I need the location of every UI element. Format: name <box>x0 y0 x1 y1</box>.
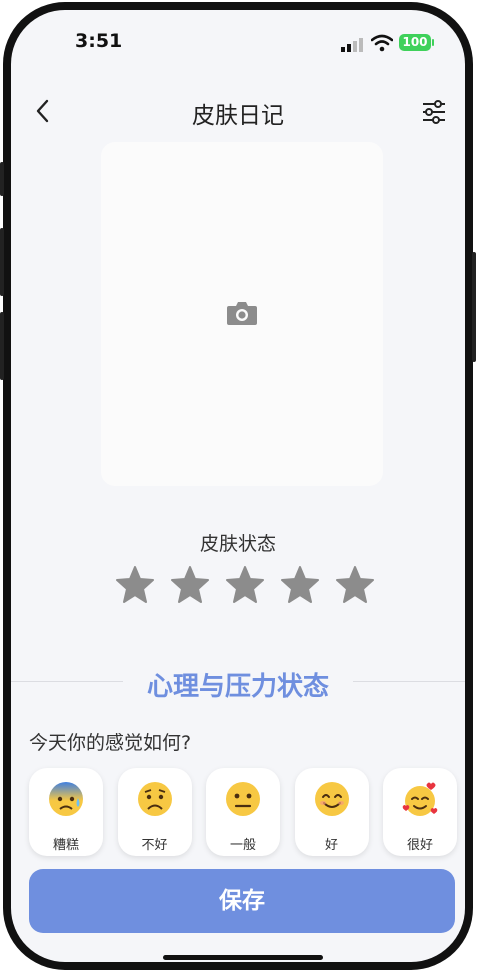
volume-down-button <box>0 312 4 380</box>
mood-label: 一般 <box>229 838 256 853</box>
sliders-icon[interactable] <box>421 100 447 124</box>
cellular-signal-icon <box>341 38 363 52</box>
anxious-face-icon <box>49 782 83 816</box>
star-icon[interactable] <box>170 566 210 604</box>
wifi-icon <box>371 34 393 52</box>
mood-label: 糟糕 <box>52 838 79 853</box>
volume-up-button <box>0 228 4 296</box>
smiling-face-with-hearts-icon <box>402 782 438 816</box>
mood-question: 今天你的感觉如何? <box>29 732 192 754</box>
nav-bar: 皮肤日记 <box>11 92 465 132</box>
mood-option-good[interactable]: 好 <box>294 768 369 856</box>
mood-label: 很好 <box>406 838 433 853</box>
worried-face-icon <box>137 782 172 816</box>
mood-option-terrible[interactable]: 糟糕 <box>29 768 103 856</box>
mood-option-bad[interactable]: 不好 <box>117 768 192 856</box>
home-indicator <box>163 955 323 960</box>
star-icon[interactable] <box>225 566 265 604</box>
battery-indicator: 100 <box>399 34 434 51</box>
neutral-face-icon <box>226 782 260 816</box>
star-icon[interactable] <box>115 566 155 604</box>
mood-label: 不好 <box>141 838 168 853</box>
phone-frame: 3:51 100 皮肤日记 皮肤状态 心理与压力状态 今天你的感觉如何? 糟糕 … <box>0 2 476 970</box>
skin-status-title: 皮肤状态 <box>199 533 276 555</box>
skin-rating-stars <box>115 566 375 604</box>
section-title: 心理与压力状态 <box>146 672 329 702</box>
camera-icon <box>227 302 257 325</box>
mute-switch <box>0 162 4 196</box>
mood-options: 糟糕 不好 一般 好 很好 <box>29 768 457 860</box>
smiling-face-icon <box>314 782 349 816</box>
screen: 3:51 100 皮肤日记 皮肤状态 心理与压力状态 今天你的感觉如何? 糟糕 … <box>11 10 465 962</box>
power-button <box>472 252 476 362</box>
star-icon[interactable] <box>335 566 375 604</box>
mood-label: 好 <box>324 838 338 853</box>
save-button[interactable]: 保存 <box>29 869 455 933</box>
page-title: 皮肤日记 <box>192 103 284 129</box>
star-icon[interactable] <box>280 566 320 604</box>
mood-option-great[interactable]: 很好 <box>383 768 457 856</box>
photo-upload-area[interactable] <box>101 142 383 486</box>
status-time: 3:51 <box>75 30 123 52</box>
status-bar: 3:51 100 <box>11 30 465 54</box>
mood-option-okay[interactable]: 一般 <box>206 768 280 856</box>
